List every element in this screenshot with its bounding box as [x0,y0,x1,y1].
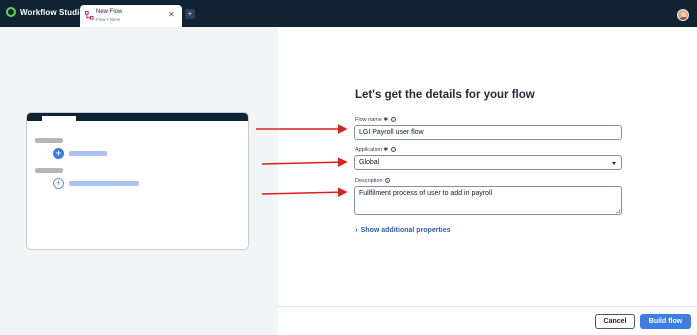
info-icon[interactable]: i [390,117,396,123]
avatar-body [679,17,688,20]
tab-title: New Flow [96,9,123,15]
add-trigger-icon: + [53,148,64,159]
show-additional-properties-link[interactable]: › Show additional properties [355,226,451,234]
preview-tab [42,116,76,121]
avatar[interactable] [677,9,689,21]
resize-handle-icon[interactable] [616,209,620,213]
footer-divider [278,306,697,307]
description-label-text: Description [355,178,383,184]
skeleton-action-bar [69,181,139,186]
application-select[interactable]: Global [354,155,622,170]
add-action-icon: + [53,178,64,189]
build-flow-button[interactable]: Build flow [640,314,691,329]
flow-icon [85,11,94,20]
required-marker: ✱ [383,117,389,123]
flow-name-value: LGI Payroll user flow [359,129,424,136]
preview-header [27,113,248,121]
skeleton-action-label [35,168,63,173]
skeleton-trigger-label [35,138,63,143]
flow-name-input[interactable]: LGI Payroll user flow [354,125,622,140]
tab-subtitle: Flow • None [96,17,121,22]
info-icon[interactable]: i [385,178,391,184]
skeleton-trigger-bar [69,151,107,156]
page-title: Let's get the details for your flow [355,89,535,101]
application-selected-value: Global [359,159,380,166]
description-value: Fullfilment process of user to add in pa… [359,190,493,197]
flow-name-label: Flow name ✱ i [355,117,396,123]
close-icon[interactable]: ✕ [168,10,175,20]
workflow-studio-logo-icon [6,7,16,17]
description-textarea[interactable]: Fullfilment process of user to add in pa… [354,186,622,215]
show-additional-properties-label: Show additional properties [360,226,451,234]
cancel-button[interactable]: Cancel [595,314,635,329]
required-marker: ✱ [383,147,389,153]
top-bar: Workflow Studio New Flow Flow • None ✕ + [0,0,697,27]
application-label-text: Application [355,147,382,153]
flow-name-label-text: Flow name [355,117,382,123]
add-tab-button[interactable]: + [185,9,195,19]
brand[interactable]: Workflow Studio [6,7,84,17]
info-icon[interactable]: i [390,147,396,153]
app-name: Workflow Studio [20,7,85,17]
chevron-down-icon [612,162,616,165]
chevron-right-icon: › [355,225,358,234]
flow-preview-illustration: + + [26,112,249,250]
description-label: Description i [355,178,391,184]
application-label: Application ✱ i [355,147,396,153]
tab-new-flow[interactable]: New Flow Flow • None ✕ [80,5,182,27]
